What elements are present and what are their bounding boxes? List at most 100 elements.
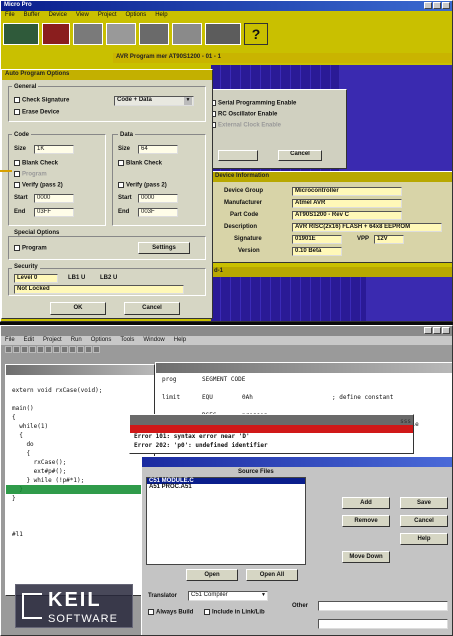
options-field[interactable] <box>318 619 448 629</box>
other-field[interactable] <box>318 601 448 611</box>
data-verify-row[interactable]: Verify (pass 2) <box>118 182 167 189</box>
close-button[interactable] <box>442 2 450 9</box>
third-option-row[interactable]: External Clock Enable <box>210 122 281 129</box>
ok-button[interactable]: OK <box>50 302 106 315</box>
description-value: AVR RISC(2x16) FLASH + 64x8 EEPROM <box>292 223 442 232</box>
keil-menu-project[interactable]: Project <box>43 337 62 344</box>
code-blank-check-row[interactable]: Blank Check <box>14 160 58 167</box>
menu-project[interactable]: Project <box>98 12 117 19</box>
data-blank-check-row[interactable]: Blank Check <box>118 160 162 167</box>
always-build-row[interactable]: Always Build <box>148 609 193 616</box>
c-source-code[interactable]: extern void rxCase(void); main() { while… <box>6 375 154 541</box>
keil-close-button[interactable] <box>442 327 450 334</box>
open-button[interactable]: Open <box>186 569 238 581</box>
menu-file[interactable]: File <box>5 12 15 19</box>
menu-buffer[interactable]: Buffer <box>24 12 40 19</box>
security-level-dropdown[interactable]: Level 0 <box>14 274 58 283</box>
save-button[interactable]: Save <box>400 497 448 509</box>
menu-help[interactable]: Help <box>155 12 167 19</box>
special-program-checkbox[interactable] <box>14 245 20 251</box>
source-file-item-2[interactable]: A51 PROC.A51 <box>147 484 305 490</box>
menu-view[interactable]: View <box>76 12 89 19</box>
keil-menu-run[interactable]: Run <box>71 337 82 344</box>
asm-line[interactable] <box>162 384 452 393</box>
special-program-row[interactable]: Program <box>14 245 47 252</box>
data-end-field[interactable]: 003F <box>138 208 178 217</box>
keil-menu-window[interactable]: Window <box>143 337 164 344</box>
cut-icon[interactable] <box>37 346 44 353</box>
debug-icon[interactable] <box>85 346 92 353</box>
dialog-cancel-button[interactable]: Cancel <box>400 515 448 527</box>
code-start-field[interactable]: 0000 <box>34 194 74 203</box>
fuse-ok-button[interactable] <box>218 150 258 161</box>
paste-icon[interactable] <box>53 346 60 353</box>
data-blank-check-checkbox[interactable] <box>118 160 124 166</box>
open-file-icon[interactable] <box>13 346 20 353</box>
serial-enable-row[interactable]: Serial Programming Enable <box>210 100 296 107</box>
asm-line[interactable] <box>162 402 452 411</box>
blank-check-icon[interactable] <box>172 23 202 45</box>
new-file-icon[interactable] <box>5 346 12 353</box>
data-size-field[interactable]: 64 <box>138 145 178 154</box>
data-select-dropdown[interactable]: Code + Data ▼ <box>114 96 194 106</box>
fuse-cancel-button[interactable]: Cancel <box>278 150 322 161</box>
erase-device-row[interactable]: Erase Device <box>14 109 59 116</box>
code-program-row[interactable]: Program <box>14 171 47 178</box>
find-icon[interactable] <box>61 346 68 353</box>
code-verify-row[interactable]: Verify (pass 2) <box>14 182 63 189</box>
move-down-button[interactable]: Move Down <box>342 551 390 563</box>
copy-icon[interactable] <box>45 346 52 353</box>
build-icon[interactable] <box>77 346 84 353</box>
open-all-button[interactable]: Open All <box>246 569 298 581</box>
always-build-checkbox[interactable] <box>148 609 154 615</box>
keil-minimize-button[interactable] <box>424 327 432 334</box>
compile-icon[interactable] <box>69 346 76 353</box>
error-line-2[interactable]: Error 202: 'p0': undefined identifier <box>134 441 268 450</box>
check-signature-checkbox[interactable] <box>14 97 20 103</box>
keil-menu-help[interactable]: Help <box>174 337 186 344</box>
code-size-field[interactable]: 1K <box>34 145 74 154</box>
asm-line[interactable]: prog SEGMENT CODE <box>162 375 452 384</box>
code-end-field[interactable]: 03FF <box>34 208 74 217</box>
keil-menu-tools[interactable]: Tools <box>120 337 134 344</box>
print-icon[interactable] <box>29 346 36 353</box>
rc-oscillator-row[interactable]: RC Oscillator Enable <box>210 111 277 118</box>
data-start-field[interactable]: 0000 <box>138 194 178 203</box>
asm-line[interactable]: limit EQU 0Ah ; define constant <box>162 393 452 402</box>
check-signature-row[interactable]: Check Signature <box>14 97 69 104</box>
erase-icon[interactable] <box>73 23 103 45</box>
asm-editor-title-bar <box>156 363 452 373</box>
code-size-label: Size <box>14 146 27 152</box>
translator-chevron-down-icon: ▼ <box>261 592 266 598</box>
remove-button[interactable]: Remove <box>342 515 390 527</box>
chip-icon[interactable] <box>3 23 39 45</box>
help-icon[interactable]: ? <box>244 23 268 45</box>
data-verify-checkbox[interactable] <box>118 182 124 188</box>
settings-button[interactable]: Settings <box>138 242 190 254</box>
cancel-button[interactable]: Cancel <box>124 302 180 315</box>
run-icon[interactable] <box>93 346 100 353</box>
include-row[interactable]: Include in Link/Lib <box>204 609 265 616</box>
dialog-help-button[interactable]: Help <box>400 533 448 545</box>
add-button[interactable]: Add <box>342 497 390 509</box>
code-program-checkbox[interactable] <box>14 171 20 177</box>
menu-device[interactable]: Device <box>49 12 67 19</box>
minimize-button[interactable] <box>424 2 432 9</box>
keil-menu-options[interactable]: Options <box>91 337 112 344</box>
verify-icon[interactable] <box>106 23 136 45</box>
auto-icon[interactable] <box>205 23 241 45</box>
code-blank-check-checkbox[interactable] <box>14 160 20 166</box>
keil-maximize-button[interactable] <box>433 327 441 334</box>
menu-options[interactable]: Options <box>126 12 147 19</box>
error-line-1[interactable]: Error 101: syntax error near 'D' <box>134 432 250 441</box>
save-file-icon[interactable] <box>21 346 28 353</box>
maximize-button[interactable] <box>433 2 441 9</box>
read-icon[interactable] <box>139 23 169 45</box>
keil-menu-file[interactable]: File <box>5 337 15 344</box>
program-icon[interactable] <box>42 23 70 45</box>
include-checkbox[interactable] <box>204 609 210 615</box>
translator-dropdown[interactable]: C51 Compiler ▼ <box>188 591 268 601</box>
keil-menu-edit[interactable]: Edit <box>24 337 34 344</box>
code-verify-checkbox[interactable] <box>14 182 20 188</box>
erase-device-checkbox[interactable] <box>14 109 20 115</box>
